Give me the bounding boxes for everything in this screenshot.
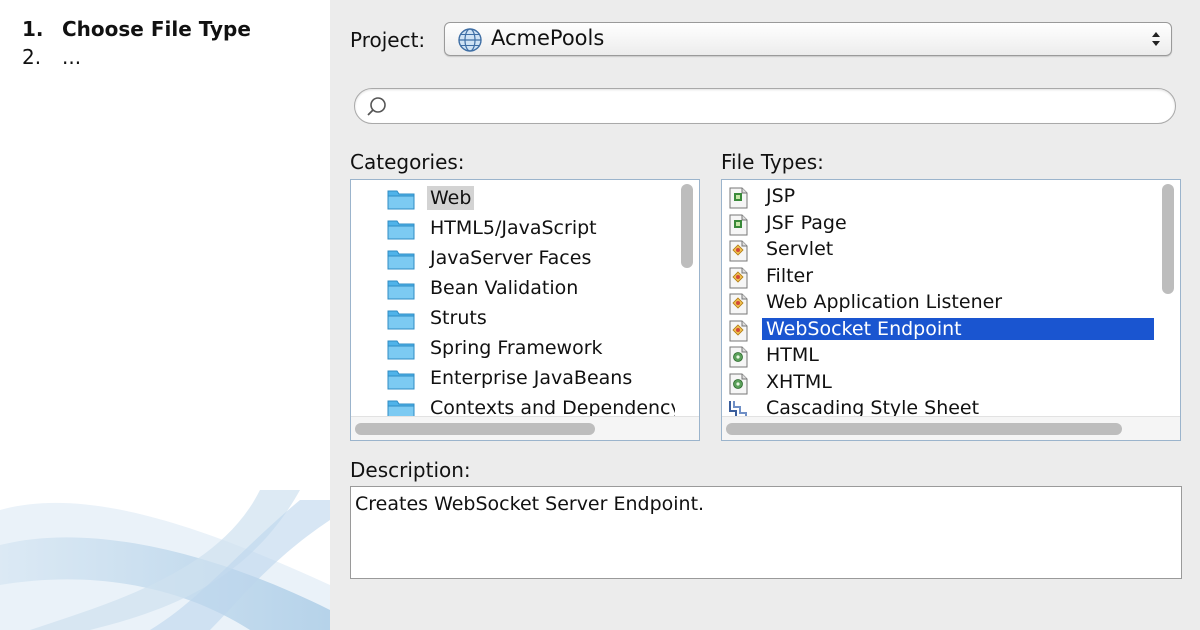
file-type-item[interactable]: Web Application Listener [722, 290, 1154, 317]
category-item[interactable]: HTML5/JavaScript [351, 214, 675, 244]
project-label: Project: [350, 28, 426, 52]
scroll-thumb[interactable] [681, 184, 693, 268]
horizontal-scrollbar[interactable] [351, 416, 699, 440]
steps-panel: 1. Choose File Type 2.... [0, 0, 330, 630]
step-1: 1. Choose File Type [22, 16, 251, 42]
updown-arrows-icon [1152, 32, 1160, 46]
description-label: Description: [350, 458, 471, 482]
folder-icon [387, 220, 415, 240]
description-text: Creates WebSocket Server Endpoint. [350, 486, 1182, 579]
category-label: Bean Validation [430, 277, 579, 299]
category-label: Web [427, 186, 475, 210]
step-number: 1. [22, 17, 44, 41]
category-item[interactable]: Spring Framework [351, 334, 675, 364]
html-file-icon [729, 346, 748, 368]
decorative-swoosh-graphic [0, 490, 330, 630]
file-type-item[interactable]: XHTML [722, 370, 1154, 397]
listener-file-icon [729, 293, 748, 315]
file-type-label: XHTML [766, 370, 832, 393]
file-type-label: Web Application Listener [766, 291, 1003, 313]
search-icon [367, 97, 386, 116]
file-type-item[interactable]: JSP [722, 184, 1154, 211]
category-label: Spring Framework [430, 337, 603, 359]
file-types-label: File Types: [721, 150, 824, 174]
websocket-file-icon [729, 320, 748, 341]
step-label: Choose File Type [62, 17, 251, 41]
project-value: AcmePools [491, 26, 605, 50]
file-type-item[interactable]: HTML [722, 343, 1154, 370]
category-label: Struts [430, 307, 487, 329]
category-label: JavaServer Faces [430, 247, 592, 269]
step-2: 2.... [22, 44, 81, 70]
vertical-scrollbar[interactable] [1156, 180, 1180, 416]
folder-icon [387, 250, 415, 270]
category-item[interactable]: Bean Validation [351, 274, 675, 304]
file-type-item[interactable]: Cascading Style Sheet [722, 396, 1154, 416]
filter-file-icon [729, 267, 748, 288]
file-type-label: JSP [766, 185, 796, 207]
file-type-item[interactable]: WebSocket Endpoint [722, 317, 1154, 344]
folder-icon [387, 370, 415, 390]
file-type-item[interactable]: Filter [722, 264, 1154, 291]
file-type-item[interactable]: JSF Page [722, 211, 1154, 238]
scroll-thumb[interactable] [1162, 184, 1174, 294]
file-type-label: HTML [766, 344, 819, 366]
step-label: ... [62, 45, 82, 69]
vertical-scrollbar[interactable] [675, 180, 699, 416]
category-label: Enterprise JavaBeans [430, 367, 633, 389]
category-item[interactable]: Web [351, 184, 675, 214]
folder-icon [387, 280, 415, 300]
servlet-file-icon [729, 240, 748, 262]
category-label: Contexts and Dependency [430, 397, 675, 416]
project-select[interactable]: AcmePools [444, 22, 1172, 56]
file-type-label: Cascading Style Sheet [766, 397, 980, 416]
category-label: HTML5/JavaScript [430, 217, 597, 239]
folder-icon [387, 190, 415, 210]
scroll-thumb[interactable] [355, 423, 595, 435]
search-input[interactable] [354, 88, 1176, 124]
category-item[interactable]: JavaServer Faces [351, 244, 675, 274]
category-item[interactable]: Enterprise JavaBeans [351, 364, 675, 394]
xhtml-file-icon [729, 373, 748, 394]
file-types-list[interactable]: JSP JSF Page Servlet Filter Web Application … [721, 179, 1181, 441]
folder-icon [387, 400, 415, 416]
globe-icon [458, 28, 482, 52]
categories-label: Categories: [350, 150, 465, 174]
css-file-icon [729, 401, 747, 416]
jsp-file-icon [729, 187, 748, 209]
file-type-label: WebSocket Endpoint [762, 317, 1154, 340]
scroll-thumb[interactable] [726, 423, 1122, 435]
categories-list[interactable]: Web HTML5/JavaScript JavaServer Faces Bean … [350, 179, 700, 441]
folder-icon [387, 340, 415, 360]
jsf-file-icon [729, 214, 748, 235]
file-type-label: JSF Page [766, 211, 847, 234]
step-number: 2. [22, 45, 42, 69]
file-type-label: Servlet [766, 238, 834, 260]
category-item[interactable]: Contexts and Dependency [351, 394, 675, 416]
category-item[interactable]: Struts [351, 304, 675, 334]
file-type-item[interactable]: Servlet [722, 237, 1154, 264]
file-type-label: Filter [766, 264, 814, 287]
horizontal-scrollbar[interactable] [722, 416, 1180, 440]
folder-icon [387, 310, 415, 330]
